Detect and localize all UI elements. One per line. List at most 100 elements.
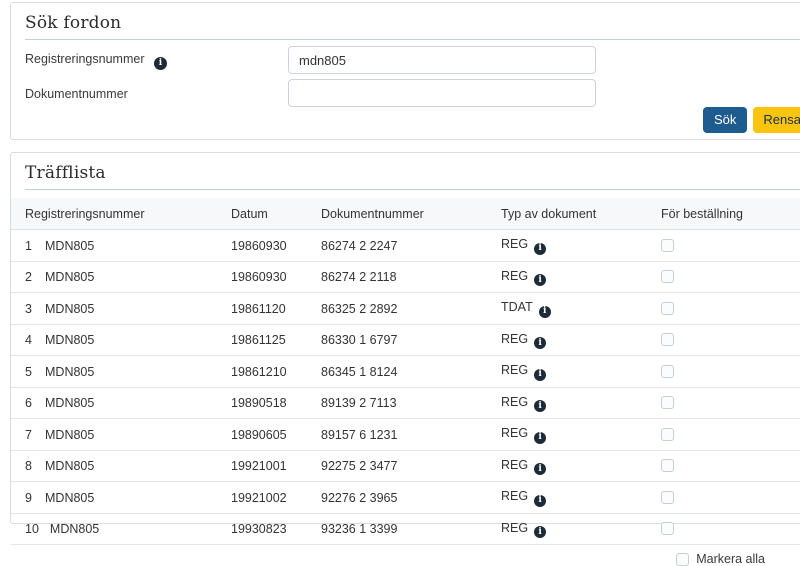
table-row: 2 MDN805 19860930 86274 2 2118 REG i bbox=[11, 261, 800, 293]
document-type-cell: REG bbox=[501, 363, 528, 377]
registration-number-cell: MDN805 bbox=[45, 270, 94, 284]
document-number-cell: 86345 1 8124 bbox=[321, 356, 501, 388]
column-header-order: För beställning bbox=[661, 198, 800, 230]
results-panel: Träfflista Registreringsnummer Datum Dok… bbox=[10, 152, 800, 524]
document-number-cell: 89157 6 1231 bbox=[321, 419, 501, 451]
registration-number-input[interactable] bbox=[288, 46, 596, 74]
info-icon[interactable]: i bbox=[534, 369, 546, 381]
registration-number-cell: MDN805 bbox=[50, 522, 99, 536]
row-number: 5 bbox=[25, 365, 34, 379]
info-icon[interactable]: i bbox=[534, 463, 546, 475]
column-header-type: Typ av dokument bbox=[501, 198, 661, 230]
registration-number-cell: MDN805 bbox=[45, 459, 94, 473]
row-number: 10 bbox=[25, 522, 39, 536]
date-cell: 19861120 bbox=[231, 293, 321, 325]
row-number: 7 bbox=[25, 428, 34, 442]
row-number: 1 bbox=[25, 239, 34, 253]
document-type-cell: REG bbox=[501, 269, 528, 283]
date-cell: 19890518 bbox=[231, 387, 321, 419]
column-header-registration: Registreringsnummer bbox=[11, 198, 231, 230]
document-type-cell: TDAT bbox=[501, 300, 533, 314]
table-row: 3MDN805 19861120 86325 2 2892 TDATi bbox=[11, 293, 800, 325]
info-icon[interactable]: i bbox=[534, 400, 546, 412]
document-number-cell: 92276 2 3965 bbox=[321, 482, 501, 514]
column-header-date: Datum bbox=[231, 198, 321, 230]
search-button[interactable]: Sök bbox=[703, 107, 747, 133]
results-title: Träfflista bbox=[25, 163, 800, 183]
row-number: 3 bbox=[25, 302, 34, 316]
date-cell: 19861125 bbox=[231, 324, 321, 356]
info-icon[interactable]: i bbox=[534, 526, 546, 538]
row-number: 9 bbox=[25, 491, 34, 505]
info-icon[interactable]: i bbox=[534, 432, 546, 444]
registration-number-label: Registreringsnummer i bbox=[25, 52, 167, 70]
registration-number-cell: MDN805 bbox=[45, 491, 94, 505]
order-checkbox[interactable] bbox=[661, 333, 674, 346]
order-checkbox[interactable] bbox=[661, 365, 674, 378]
table-row: 9 MDN805 19921002 92276 2 3965 REG i bbox=[11, 482, 800, 514]
info-icon[interactable]: i bbox=[534, 337, 546, 349]
document-type-cell: REG bbox=[501, 395, 528, 409]
info-icon[interactable]: i bbox=[534, 495, 546, 507]
document-type-cell: REG bbox=[501, 237, 528, 251]
date-cell: 19921001 bbox=[231, 450, 321, 482]
document-number-cell: 86274 2 2247 bbox=[321, 230, 501, 262]
order-checkbox[interactable] bbox=[661, 396, 674, 409]
registration-number-cell: MDN805 bbox=[45, 428, 94, 442]
order-checkbox[interactable] bbox=[661, 270, 674, 283]
date-cell: 19930823 bbox=[231, 513, 321, 545]
registration-number-cell: MDN805 bbox=[45, 239, 94, 253]
info-icon[interactable]: i bbox=[534, 274, 546, 286]
row-number: 6 bbox=[25, 396, 34, 410]
document-type-cell: REG bbox=[501, 332, 528, 346]
clear-button[interactable]: Rensa bbox=[753, 107, 800, 133]
date-cell: 19861210 bbox=[231, 356, 321, 388]
table-row: 6 MDN805 19890518 89139 2 7113 REG i bbox=[11, 387, 800, 419]
date-cell: 19890605 bbox=[231, 419, 321, 451]
select-all-checkbox[interactable] bbox=[676, 553, 689, 566]
page-title: Sök fordon bbox=[25, 13, 800, 33]
document-number-label: Dokumentnummer bbox=[25, 87, 128, 101]
date-cell: 19921002 bbox=[231, 482, 321, 514]
registration-number-row: Registreringsnummer i bbox=[25, 44, 800, 77]
order-checkbox[interactable] bbox=[661, 239, 674, 252]
info-icon[interactable]: i bbox=[154, 57, 167, 70]
order-checkbox[interactable] bbox=[661, 459, 674, 472]
column-header-document: Dokumentnummer bbox=[321, 198, 501, 230]
results-panel-header: Träfflista bbox=[25, 153, 800, 190]
table-header-row: Registreringsnummer Datum Dokumentnummer… bbox=[11, 198, 800, 230]
table-row: 8MDN805 19921001 92275 2 3477 REGi bbox=[11, 450, 800, 482]
info-icon[interactable]: i bbox=[539, 306, 551, 318]
document-type-cell: REG bbox=[501, 521, 528, 535]
table-row: 10 MDN805 19930823 93236 1 3399 REG i bbox=[11, 513, 800, 545]
select-all-label: Markera alla bbox=[696, 552, 765, 566]
table-row: 1 MDN805 19860930 86274 2 2247 REG i bbox=[11, 230, 800, 262]
document-number-cell: 86274 2 2118 bbox=[321, 261, 501, 293]
document-number-cell: 93236 1 3399 bbox=[321, 513, 501, 545]
document-number-cell: 86325 2 2892 bbox=[321, 293, 501, 325]
registration-number-cell: MDN805 bbox=[45, 396, 94, 410]
row-number: 2 bbox=[25, 270, 34, 284]
date-cell: 19860930 bbox=[231, 261, 321, 293]
date-cell: 19860930 bbox=[231, 230, 321, 262]
document-number-cell: 89139 2 7113 bbox=[321, 387, 501, 419]
row-number: 8 bbox=[25, 459, 34, 473]
document-number-row: Dokumentnummer bbox=[25, 77, 800, 110]
document-number-input[interactable] bbox=[288, 79, 596, 107]
order-checkbox[interactable] bbox=[661, 302, 674, 315]
search-panel-header: Sök fordon bbox=[25, 3, 800, 40]
order-checkbox[interactable] bbox=[661, 491, 674, 504]
search-vehicle-panel: Sök fordon Registreringsnummer i Dokumen… bbox=[10, 2, 800, 140]
info-icon[interactable]: i bbox=[534, 243, 546, 255]
document-type-cell: REG bbox=[501, 458, 528, 472]
document-number-cell: 86330 1 6797 bbox=[321, 324, 501, 356]
table-row: 5 MDN805 19861210 86345 1 8124 REG i bbox=[11, 356, 800, 388]
registration-number-cell: MDN805 bbox=[45, 365, 94, 379]
document-type-cell: REG bbox=[501, 489, 528, 503]
registration-number-cell: MDN805 bbox=[45, 333, 94, 347]
document-type-cell: REG bbox=[501, 426, 528, 440]
order-checkbox[interactable] bbox=[661, 428, 674, 441]
table-row: 7 MDN805 19890605 89157 6 1231 REG i bbox=[11, 419, 800, 451]
order-checkbox[interactable] bbox=[661, 522, 674, 535]
results-table: Registreringsnummer Datum Dokumentnummer… bbox=[11, 198, 800, 545]
